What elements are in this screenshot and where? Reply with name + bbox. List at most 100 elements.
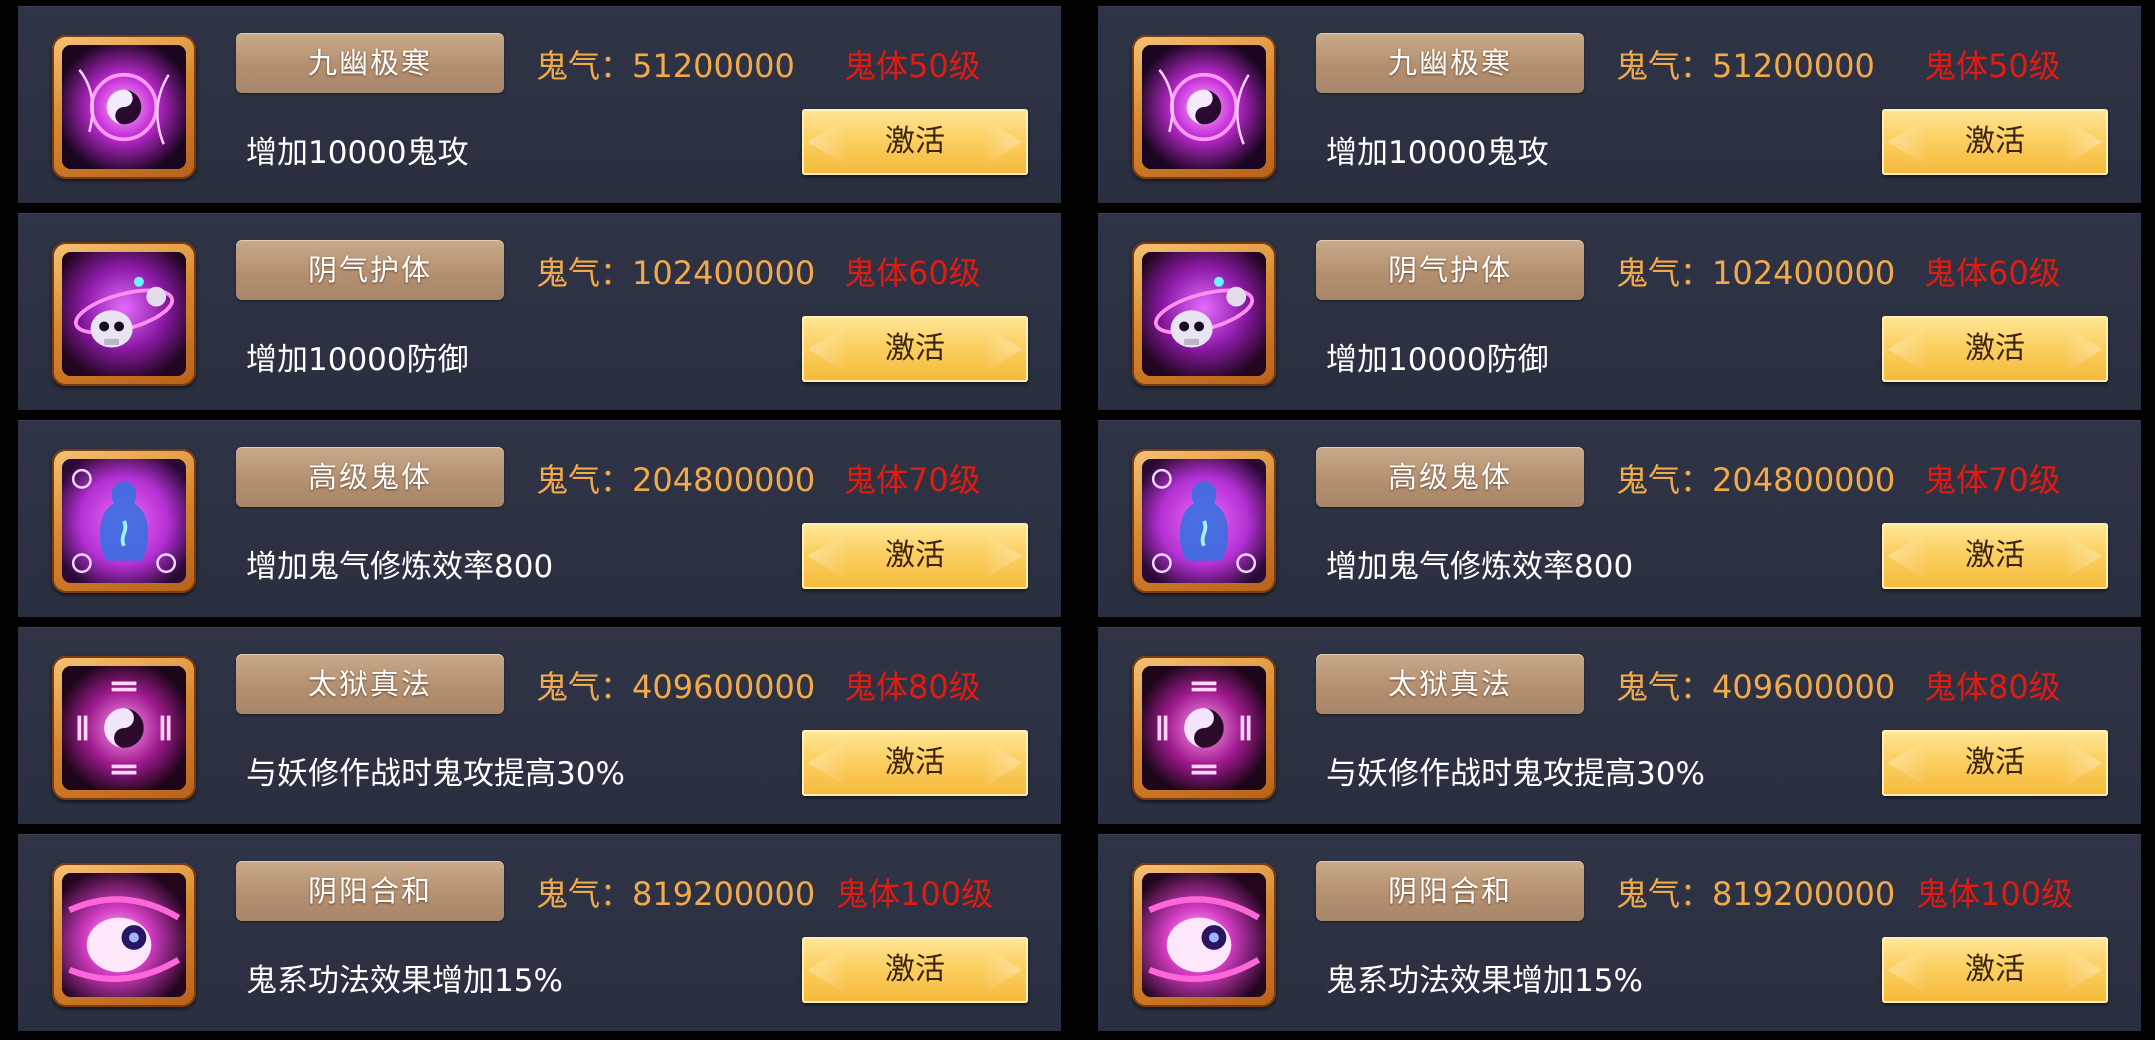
skill-card: 九幽极寒 鬼气：51200000 鬼体50级 增加10000鬼攻 激活 (1098, 6, 2141, 203)
skill-description: 增加10000鬼攻 (1326, 135, 1549, 171)
skill-description: 鬼系功法效果增加15% (1326, 963, 1643, 999)
skill-title: 九幽极寒 (1316, 33, 1584, 93)
cost-readout: 鬼气：204800000 (536, 455, 815, 501)
required-level: 鬼体60级 (844, 254, 981, 292)
cost-readout: 鬼气：102400000 (536, 248, 815, 294)
activate-button-label: 激活 (1965, 745, 2025, 780)
activate-button-label: 激活 (885, 331, 945, 366)
skill-card: 阴气护体 鬼气：102400000 鬼体60级 增加10000防御 激活 (1098, 213, 2141, 410)
cost-readout: 鬼气：51200000 (536, 41, 795, 87)
cost-value: 102400000 (1712, 254, 1896, 292)
activate-button[interactable]: 激活 (1882, 109, 2108, 175)
activate-button[interactable]: 激活 (802, 316, 1028, 382)
skill-description: 增加鬼气修炼效率800 (246, 549, 554, 585)
cost-readout: 鬼气：819200000 (1616, 869, 1895, 915)
skill-card: 高级鬼体 鬼气：204800000 鬼体70级 增加鬼气修炼效率800 激活 (18, 420, 1061, 617)
cost-label: 鬼气： (536, 668, 633, 706)
required-level: 鬼体50级 (1924, 47, 2061, 85)
activate-button-label: 激活 (885, 952, 945, 987)
cost-value: 102400000 (632, 254, 816, 292)
cost-label: 鬼气： (536, 461, 633, 499)
cost-value: 204800000 (632, 461, 816, 499)
skull-orbit-icon (1132, 242, 1276, 386)
cost-value: 409600000 (1712, 668, 1896, 706)
skill-description: 与妖修作战时鬼攻提高30% (246, 756, 625, 792)
skill-description: 鬼系功法效果增加15% (246, 963, 563, 999)
skill-description: 增加10000鬼攻 (246, 135, 469, 171)
cost-label: 鬼气： (536, 254, 633, 292)
skill-title: 太狱真法 (236, 654, 504, 714)
skill-card: 阴阳合和 鬼气：819200000 鬼体100级 鬼系功法效果增加15% 激活 (18, 834, 1061, 1031)
activate-button[interactable]: 激活 (802, 937, 1028, 1003)
cost-value: 819200000 (632, 875, 816, 913)
skill-list-right: 九幽极寒 鬼气：51200000 鬼体50级 增加10000鬼攻 激活 阴气护体… (1098, 6, 2141, 1040)
required-level: 鬼体80级 (844, 668, 981, 706)
required-level: 鬼体70级 (1924, 461, 2061, 499)
cost-value: 51200000 (1712, 47, 1875, 85)
required-level: 鬼体100级 (836, 875, 994, 913)
bagua-yinyang-icon (1132, 656, 1276, 800)
skill-card: 高级鬼体 鬼气：204800000 鬼体70级 增加鬼气修炼效率800 激活 (1098, 420, 2141, 617)
yin-yang-orb-icon (1132, 863, 1276, 1007)
activate-button[interactable]: 激活 (1882, 730, 2108, 796)
cost-value: 51200000 (632, 47, 795, 85)
cost-label: 鬼气： (536, 875, 633, 913)
skill-activation-screen: 九幽极寒 鬼气：51200000 鬼体50级 增加10000鬼攻 激活 阴气护体… (0, 0, 2155, 1040)
skill-title: 高级鬼体 (1316, 447, 1584, 507)
skill-title: 阴阳合和 (1316, 861, 1584, 921)
activate-button[interactable]: 激活 (1882, 316, 2108, 382)
skill-title: 阴气护体 (236, 240, 504, 300)
required-level: 鬼体70级 (844, 461, 981, 499)
cost-value: 819200000 (1712, 875, 1896, 913)
required-level: 鬼体60级 (1924, 254, 2061, 292)
activate-button[interactable]: 激活 (802, 109, 1028, 175)
skill-title: 九幽极寒 (236, 33, 504, 93)
cost-label: 鬼气： (536, 47, 633, 85)
yin-yang-orb-icon (52, 863, 196, 1007)
ghost-body-icon (52, 449, 196, 593)
activate-button[interactable]: 激活 (802, 523, 1028, 589)
cost-readout: 鬼气：409600000 (1616, 662, 1895, 708)
skill-card: 阴阳合和 鬼气：819200000 鬼体100级 鬼系功法效果增加15% 激活 (1098, 834, 2141, 1031)
cost-label: 鬼气： (1616, 875, 1713, 913)
yinyang-vortex-icon (52, 35, 196, 179)
skill-title: 高级鬼体 (236, 447, 504, 507)
skill-list-left: 九幽极寒 鬼气：51200000 鬼体50级 增加10000鬼攻 激活 阴气护体… (18, 6, 1061, 1040)
activate-button[interactable]: 激活 (1882, 937, 2108, 1003)
activate-button[interactable]: 激活 (802, 730, 1028, 796)
ghost-body-icon (1132, 449, 1276, 593)
required-level: 鬼体100级 (1916, 875, 2074, 913)
required-level: 鬼体50级 (844, 47, 981, 85)
cost-readout: 鬼气：819200000 (536, 869, 815, 915)
skill-description: 与妖修作战时鬼攻提高30% (1326, 756, 1705, 792)
cost-label: 鬼气： (1616, 461, 1713, 499)
skill-card: 九幽极寒 鬼气：51200000 鬼体50级 增加10000鬼攻 激活 (18, 6, 1061, 203)
cost-label: 鬼气： (1616, 47, 1713, 85)
activate-button[interactable]: 激活 (1882, 523, 2108, 589)
activate-button-label: 激活 (1965, 952, 2025, 987)
skill-title: 太狱真法 (1316, 654, 1584, 714)
cost-readout: 鬼气：409600000 (536, 662, 815, 708)
activate-button-label: 激活 (885, 745, 945, 780)
skill-title: 阴气护体 (1316, 240, 1584, 300)
yinyang-vortex-icon (1132, 35, 1276, 179)
activate-button-label: 激活 (885, 538, 945, 573)
cost-label: 鬼气： (1616, 254, 1713, 292)
skill-description: 增加10000防御 (1326, 342, 1549, 378)
activate-button-label: 激活 (1965, 124, 2025, 159)
bagua-yinyang-icon (52, 656, 196, 800)
skill-title: 阴阳合和 (236, 861, 504, 921)
required-level: 鬼体80级 (1924, 668, 2061, 706)
skill-card: 太狱真法 鬼气：409600000 鬼体80级 与妖修作战时鬼攻提高30% 激活 (1098, 627, 2141, 824)
activate-button-label: 激活 (1965, 331, 2025, 366)
activate-button-label: 激活 (885, 124, 945, 159)
activate-button-label: 激活 (1965, 538, 2025, 573)
cost-label: 鬼气： (1616, 668, 1713, 706)
skill-description: 增加鬼气修炼效率800 (1326, 549, 1634, 585)
cost-readout: 鬼气：51200000 (1616, 41, 1875, 87)
skill-card: 阴气护体 鬼气：102400000 鬼体60级 增加10000防御 激活 (18, 213, 1061, 410)
skill-description: 增加10000防御 (246, 342, 469, 378)
cost-readout: 鬼气：204800000 (1616, 455, 1895, 501)
cost-readout: 鬼气：102400000 (1616, 248, 1895, 294)
cost-value: 409600000 (632, 668, 816, 706)
